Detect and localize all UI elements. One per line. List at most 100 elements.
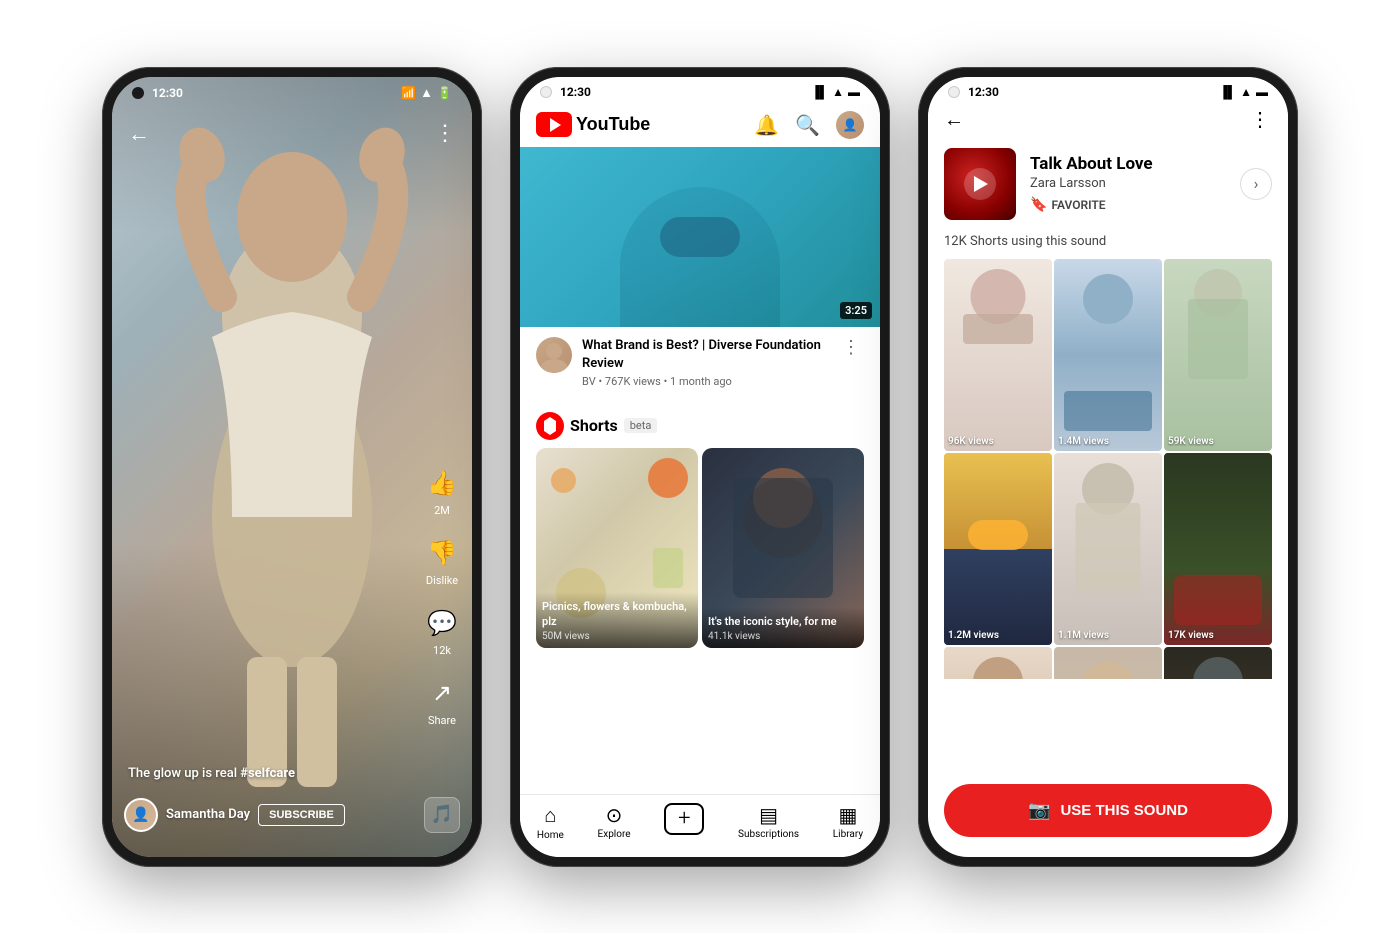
explore-icon: ⊙ [606,803,623,827]
next-button[interactable]: › [1240,168,1272,200]
status-bar-3: 12:30 ▐▌ ▲ ▬ [928,77,1288,103]
grid-video-7[interactable] [944,647,1052,679]
nav-subscriptions[interactable]: ▤ Subscriptions [738,803,799,841]
subscribe-button[interactable]: SUBSCRIBE [258,804,345,826]
phone1-screen: 12:30 📶 ▲ 🔋 ← ⋮ 👍 2M [112,77,472,857]
grid-views-4: 1.2M views [948,630,999,641]
shorts-title: Shorts [570,416,618,435]
shorts-logo [536,412,564,440]
video-more-button[interactable]: ⋮ [838,337,864,388]
play-circle[interactable] [964,168,996,200]
more-button-1[interactable]: ⋮ [434,121,456,146]
dislike-icon: 👎 [424,535,460,571]
status-icons-3: ▐▌ ▲ ▬ [1219,85,1268,99]
user-avatar[interactable]: 👤 [836,111,864,139]
short-title-2: It's the iconic style, for me [708,615,858,629]
battery-icon-2: ▬ [848,85,860,99]
short-overlay-1: Picnics, flowers & kombucha, plz 50M vie… [536,592,698,648]
wifi-icon: ▲ [420,85,433,101]
grid-video-5[interactable]: 1.1M views [1054,453,1162,645]
channel-row: 👤 Samantha Day SUBSCRIBE 🎵 [124,797,460,833]
back-button-3[interactable]: ← [944,107,964,132]
grid-views-2: 1.4M views [1058,436,1109,447]
camera-dot [132,87,144,99]
sound-thumbnail [944,148,1016,220]
comment-button[interactable]: 💬 12k [424,605,460,657]
home-label: Home [537,830,564,841]
grid-video-2[interactable]: 1.4M views [1054,259,1162,451]
favorite-button[interactable]: 🔖 FAVORITE [1030,197,1226,213]
video-subtitle: BV • 767K views • 1 month ago [582,375,828,388]
use-sound-label: USE THIS SOUND [1060,802,1188,819]
video-meta: What Brand is Best? | Diverse Foundation… [582,337,828,388]
notification-icon[interactable]: 🔔 [754,113,779,137]
status-bar-2: 12:30 ▐▌ ▲ ▬ [520,77,880,103]
more-button-3[interactable]: ⋮ [1250,107,1272,131]
back-button-1[interactable]: ← [128,121,150,147]
wifi-icon-2: ▲ [832,85,844,99]
share-button[interactable]: ↗ Share [424,675,460,727]
channel-avatar: 👤 [124,798,158,832]
explore-label: Explore [598,829,631,840]
sound-count: 12K Shorts using this sound [928,234,1288,259]
grid-video-8[interactable] [1054,647,1162,679]
like-icon: 👍 [424,465,460,501]
video-caption: The glow up is real #selfcare [128,762,392,781]
grid-views-5: 1.1M views [1058,630,1109,641]
subscriptions-icon: ▤ [759,803,778,827]
grid-video-6[interactable]: 17K views [1164,453,1272,645]
short-card-1[interactable]: Picnics, flowers & kombucha, plz 50M vie… [536,448,698,648]
grid-video-4[interactable]: 1.2M views [944,453,1052,645]
shorts-grid: Picnics, flowers & kombucha, plz 50M vie… [520,448,880,648]
nav-home[interactable]: ⌂ Home [537,803,564,841]
dislike-button[interactable]: 👎 Dislike [424,535,460,587]
home-icon: ⌂ [544,803,556,828]
video-info: What Brand is Best? | Diverse Foundation… [520,327,880,388]
nav-explore[interactable]: ⊙ Explore [598,803,631,841]
phones-container: 12:30 📶 ▲ 🔋 ← ⋮ 👍 2M [0,47,1400,887]
grid-video-3[interactable]: 59K views [1164,259,1272,451]
short-thumb-1: Picnics, flowers & kombucha, plz 50M vie… [536,448,698,648]
time-3: 12:30 [968,85,999,99]
fruit-orange-big [648,458,688,498]
short-title-1: Picnics, flowers & kombucha, plz [542,600,692,629]
phone-shorts-video: 12:30 📶 ▲ 🔋 ← ⋮ 👍 2M [102,67,482,867]
battery-icon-3: ▬ [1256,85,1268,99]
grid-video-1[interactable]: 96K views [944,259,1052,451]
short-card-2[interactable]: It's the iconic style, for me 41.1k view… [702,448,864,648]
status-icons-2: ▐▌ ▲ ▬ [811,85,860,99]
channel-avatar-sm [536,337,572,373]
duration-badge: 3:25 [840,302,872,319]
sound-artist: Zara Larsson [1030,176,1226,191]
camera-icon: 📷 [1028,800,1050,821]
channel-name: Samantha Day [166,807,250,822]
create-button[interactable]: + [664,803,704,835]
nav-create[interactable]: + [664,803,704,841]
signal-icon-2: ▐▌ [811,85,828,99]
video-thumbnail: 3:25 [520,147,880,327]
status-icons-1: 📶 ▲ 🔋 [401,85,452,101]
video-screen: 12:30 📶 ▲ 🔋 ← ⋮ 👍 2M [112,77,472,857]
short-overlay-2: It's the iconic style, for me 41.1k view… [702,607,864,648]
channel-info: 👤 Samantha Day SUBSCRIBE [124,798,345,832]
camera-dot-3 [948,86,960,98]
use-this-sound-button[interactable]: 📷 USE THIS SOUND [944,784,1272,837]
shorts-beta: beta [624,418,658,433]
subscriptions-label: Subscriptions [738,829,799,840]
like-button[interactable]: 👍 2M [424,465,460,517]
grid-video-9[interactable] [1164,647,1272,679]
side-actions: 👍 2M 👎 Dislike 💬 12k ↗ Share [424,465,460,727]
music-button[interactable]: 🎵 [424,797,460,833]
camera-dot-2 [540,86,552,98]
dislike-label: Dislike [426,574,458,587]
sound-info: Talk About Love Zara Larsson 🔖 FAVORITE … [928,140,1288,234]
caption-text: The glow up is real #selfcare [128,766,295,781]
phone-sound-page: 12:30 ▐▌ ▲ ▬ ← ⋮ [918,67,1298,867]
nav-library[interactable]: ▦ Library [833,803,863,841]
search-icon[interactable]: 🔍 [795,113,820,137]
time-1: 12:30 [152,86,183,100]
signal-icon: 📶 [401,86,416,100]
time-2: 12:30 [560,85,591,99]
share-label: Share [428,714,456,727]
library-label: Library [833,829,863,840]
